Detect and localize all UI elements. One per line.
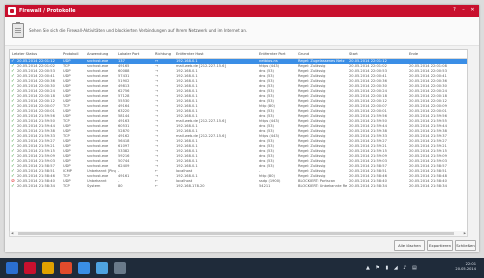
tray-clock[interactable]: 22:01 20.05.2014 [455,262,476,272]
window-title: Firewall / Protokolle [19,8,76,14]
start-button-icon[interactable] [6,262,18,274]
clock-date: 20.05.2014 [455,267,476,271]
log-table-container[interactable]: Letzter Status Protokoll Anwendung Lokaler … [9,49,468,233]
firewall-app-icon [8,7,16,15]
taskbar-app-icon-1[interactable] [24,262,36,274]
status-text: 20.05.2014 22:00:53 [17,69,55,73]
table-cell: 54211 [259,184,271,188]
close-window-button[interactable]: ✕ [469,7,476,14]
title-bar: Firewall / Protokolle ? – ✕ [5,5,479,17]
table-cell: 20.05.2014 21:58:34 [349,184,387,188]
status-text: 20.05.2014 22:00:12 [17,99,55,103]
clipboard-icon [12,22,24,38]
status-text: 20.05.2014 22:00:41 [17,74,55,78]
table-cell: ✓ 20.05.2014 21:58:34 [10,184,61,189]
column-header[interactable]: Anwendung [85,50,116,59]
status-text: 20.05.2014 22:00:18 [17,94,55,98]
taskbar-app-icon-2[interactable] [42,262,54,274]
taskbar-app-icon-5[interactable] [96,262,108,274]
minimize-button[interactable]: – [460,7,467,14]
status-text: 20.05.2014 21:59:21 [17,144,55,148]
status-text: 20.05.2014 21:58:34 [17,184,55,188]
column-header[interactable]: Entfernter Host [174,50,257,59]
taskbar-app-icon-6[interactable] [114,262,126,274]
status-text: 20.05.2014 21:59:09 [17,154,55,158]
help-button[interactable]: ? [451,7,458,14]
column-header[interactable]: Ende [407,50,467,59]
table-cell: ← [155,184,159,188]
log-table: Letzter Status Protokoll Anwendung Lokaler … [10,50,467,189]
header-area: Sehen Sie sich die Firewall-Aktivitäten … [5,17,479,46]
status-text: 20.05.2014 21:59:44 [17,124,55,128]
status-text: 20.05.2014 22:00:36 [17,79,55,83]
status-text: 20.05.2014 21:58:51 [17,169,55,173]
table-cell: 80 [118,184,123,188]
status-text: 20.05.2014 22:00:01 [17,109,55,113]
column-header[interactable]: Grund [296,50,347,59]
status-text: 20.05.2014 21:59:27 [17,139,55,143]
table-cell: 20.05.2014 21:58:34 [409,184,447,188]
clear-all-button[interactable]: Alle löschen [394,240,425,251]
horizontal-scrollbar[interactable]: ◀ ▶ [9,231,468,237]
status-text: 20.05.2014 21:59:15 [17,149,55,153]
table-header-row: Letzter Status Protokoll Anwendung Lokaler … [10,50,467,59]
column-header[interactable]: Start [347,50,407,59]
status-text: 20.05.2014 21:59:33 [17,134,55,138]
status-text: 20.05.2014 22:00:30 [17,84,55,88]
table-row[interactable]: ✓ 20.05.2014 21:58:34 TCP System 80 ← 192.168.… [10,184,467,189]
column-header[interactable]: Protokoll [61,50,85,59]
status-text: 20.05.2014 22:01:02 [17,64,55,68]
status-text: 20.05.2014 21:59:03 [17,159,55,163]
export-button[interactable]: Exportieren [427,240,453,251]
status-text: 20.05.2014 22:00:24 [17,89,55,93]
table-body: ✓ 20.05.2014 22:01:12 UDP svchost.exe 137 ↔ 19… [10,58,467,189]
column-header[interactable]: Letzter Status [10,50,61,59]
status-text: 20.05.2014 21:59:56 [17,114,55,118]
column-header[interactable]: Lokaler Port [116,50,153,59]
status-text: 20.05.2014 21:59:38 [17,129,55,133]
status-text: 20.05.2014 21:59:50 [17,119,55,123]
table-cell: System [87,184,101,188]
taskbar-app-icon-4[interactable] [78,262,90,274]
close-button[interactable]: Schließen [455,240,476,251]
scroll-left-icon[interactable]: ◀ [11,231,13,236]
status-text: 20.05.2014 21:58:40 [17,179,55,183]
scrollbar-thumb[interactable] [18,232,454,235]
page-description: Sehen Sie sich die Firewall-Aktivitäten … [29,28,248,33]
table-cell: BLOCKIERT: Unbekannte Regel [298,184,347,188]
column-header[interactable]: Richtung [153,50,174,59]
table-cell: TCP [63,184,70,188]
status-text: 20.05.2014 22:01:12 [17,59,55,63]
status-text: 20.05.2014 21:58:46 [17,174,55,178]
status-text: 20.05.2014 22:00:07 [17,104,55,108]
check-icon: ✓ [11,184,15,189]
firewall-window: Firewall / Protokolle ? – ✕ Sehen Sie si… [5,5,479,252]
taskbar-app-icon-3[interactable] [60,262,72,274]
tray-icons[interactable]: ▲ ⚑ ▮ ◢ ♪ ▤ [366,265,419,271]
table-cell: 192.168.178.20 [176,184,205,188]
scroll-right-icon[interactable]: ▶ [464,231,466,236]
status-text: 20.05.2014 21:58:57 [17,164,55,168]
column-header[interactable]: Entfernter Port [257,50,296,59]
taskbar: ▲ ⚑ ▮ ◢ ♪ ▤ 22:01 20.05.2014 [0,258,484,278]
